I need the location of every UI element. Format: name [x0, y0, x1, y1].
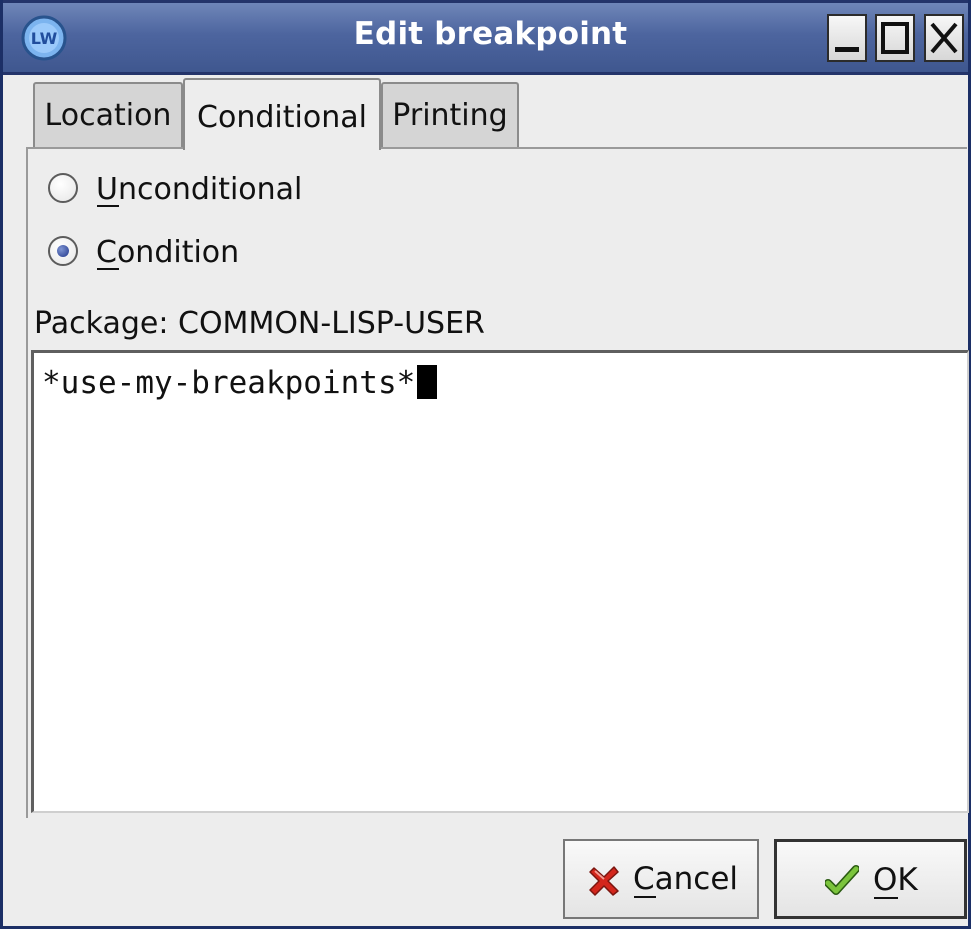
tab-location[interactable]: Location: [33, 82, 183, 148]
maximize-icon: [881, 22, 909, 54]
unconditional-label: Unconditional: [96, 172, 303, 207]
condition-expression: *use-my-breakpoints*: [42, 365, 416, 401]
maximize-button[interactable]: [875, 14, 915, 62]
title-bar[interactable]: LW Edit breakpoint: [3, 0, 968, 75]
close-button[interactable]: [924, 14, 964, 62]
unconditional-radio[interactable]: [48, 173, 78, 203]
close-icon: [930, 22, 958, 54]
cancel-mnemonic-underline: [634, 896, 656, 898]
text-cursor: [417, 365, 438, 399]
condition-radio[interactable]: [48, 236, 78, 266]
condition-label: Condition: [96, 235, 240, 270]
selected-radio-dot: [57, 245, 69, 257]
ok-label: OK: [873, 862, 918, 898]
dialog-title: Edit breakpoint: [353, 16, 628, 52]
tab-conditional[interactable]: Conditional: [183, 78, 381, 150]
checkmark-icon: [825, 865, 859, 895]
red-x-icon: [589, 866, 619, 896]
cancel-label: Cancel: [633, 861, 739, 897]
minimize-button[interactable]: [827, 14, 867, 62]
condition-text-line[interactable]: *use-my-breakpoints*: [42, 363, 438, 403]
cancel-button[interactable]: Cancel: [563, 839, 759, 919]
unconditional-mnemonic-underline: [97, 205, 119, 207]
minimize-icon: [835, 47, 859, 52]
package-label: Package: COMMON-LISP-USER: [34, 306, 485, 341]
ok-mnemonic-underline: [874, 897, 898, 899]
ok-button[interactable]: OK: [774, 839, 967, 919]
condition-editor[interactable]: *use-my-breakpoints*: [31, 350, 969, 813]
tab-printing[interactable]: Printing: [381, 82, 519, 148]
condition-mnemonic-underline: [97, 268, 119, 270]
edit-breakpoint-dialog: LW Edit breakpoint Location Conditional …: [0, 0, 971, 929]
